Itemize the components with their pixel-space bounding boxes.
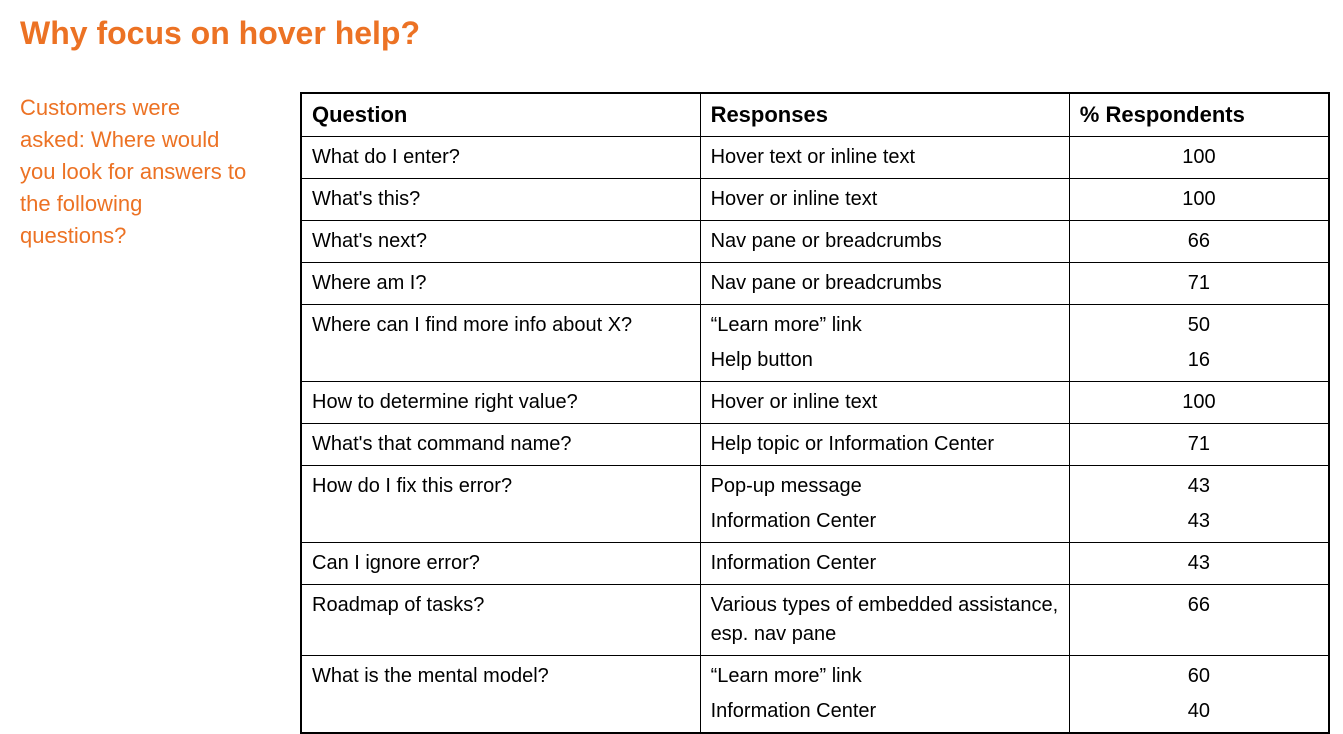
table-row: What do I enter?Hover text or inline tex…	[301, 137, 1329, 179]
cell-question: How to determine right value?	[301, 382, 700, 424]
cell-percent: 71	[1069, 424, 1329, 466]
table-row: Can I ignore error?Information Center43	[301, 543, 1329, 585]
cell-percent: 50	[1069, 305, 1329, 347]
cell-question: What do I enter?	[301, 137, 700, 179]
cell-percent: 43	[1069, 543, 1329, 585]
cell-question: What's next?	[301, 221, 700, 263]
cell-response: Nav pane or breadcrumbs	[700, 263, 1069, 305]
sidebar-text: Customers were asked: Where would you lo…	[20, 92, 250, 734]
cell-question: Where am I?	[301, 263, 700, 305]
table-row: What's that command name?Help topic or I…	[301, 424, 1329, 466]
cell-response: Hover or inline text	[700, 179, 1069, 221]
page-title: Why focus on hover help?	[20, 15, 1323, 52]
cell-percent: 66	[1069, 221, 1329, 263]
cell-percent: 71	[1069, 263, 1329, 305]
cell-response: Help topic or Information Center	[700, 424, 1069, 466]
cell-response: Information Center	[700, 543, 1069, 585]
cell-response: Help button	[700, 346, 1069, 382]
table-row: How do I fix this error?Pop-up message43	[301, 466, 1329, 508]
cell-response: Nav pane or breadcrumbs	[700, 221, 1069, 263]
cell-question: Roadmap of tasks?	[301, 585, 700, 656]
cell-question	[301, 697, 700, 733]
cell-percent: 100	[1069, 382, 1329, 424]
table-row: What's this?Hover or inline text100	[301, 179, 1329, 221]
table-row: What's next?Nav pane or breadcrumbs66	[301, 221, 1329, 263]
cell-question: How do I fix this error?	[301, 466, 700, 508]
table-row: Help button16	[301, 346, 1329, 382]
cell-response: Various types of embedded assistance, es…	[700, 585, 1069, 656]
cell-response: “Learn more” link	[700, 656, 1069, 698]
table-wrap: Question Responses % Respondents What do…	[300, 92, 1330, 734]
cell-response: Information Center	[700, 507, 1069, 543]
table-header-row: Question Responses % Respondents	[301, 93, 1329, 137]
cell-percent: 66	[1069, 585, 1329, 656]
cell-percent: 60	[1069, 656, 1329, 698]
content-row: Customers were asked: Where would you lo…	[20, 92, 1323, 734]
table-row: Where can I find more info about X?“Lear…	[301, 305, 1329, 347]
cell-response: “Learn more” link	[700, 305, 1069, 347]
cell-question	[301, 346, 700, 382]
cell-question: Can I ignore error?	[301, 543, 700, 585]
table-row: Roadmap of tasks?Various types of embedd…	[301, 585, 1329, 656]
cell-response: Hover or inline text	[700, 382, 1069, 424]
header-percent: % Respondents	[1069, 93, 1329, 137]
table-row: Information Center40	[301, 697, 1329, 733]
cell-percent: 43	[1069, 507, 1329, 543]
cell-percent: 40	[1069, 697, 1329, 733]
cell-percent: 100	[1069, 137, 1329, 179]
cell-question	[301, 507, 700, 543]
cell-question: What's this?	[301, 179, 700, 221]
cell-percent: 100	[1069, 179, 1329, 221]
cell-response: Pop-up message	[700, 466, 1069, 508]
cell-question: Where can I find more info about X?	[301, 305, 700, 347]
cell-percent: 16	[1069, 346, 1329, 382]
cell-question: What's that command name?	[301, 424, 700, 466]
cell-percent: 43	[1069, 466, 1329, 508]
responses-table: Question Responses % Respondents What do…	[300, 92, 1330, 734]
table-row: Where am I?Nav pane or breadcrumbs71	[301, 263, 1329, 305]
cell-response: Information Center	[700, 697, 1069, 733]
table-row: What is the mental model?“Learn more” li…	[301, 656, 1329, 698]
table-row: How to determine right value?Hover or in…	[301, 382, 1329, 424]
cell-response: Hover text or inline text	[700, 137, 1069, 179]
header-question: Question	[301, 93, 700, 137]
table-row: Information Center43	[301, 507, 1329, 543]
cell-question: What is the mental model?	[301, 656, 700, 698]
header-responses: Responses	[700, 93, 1069, 137]
